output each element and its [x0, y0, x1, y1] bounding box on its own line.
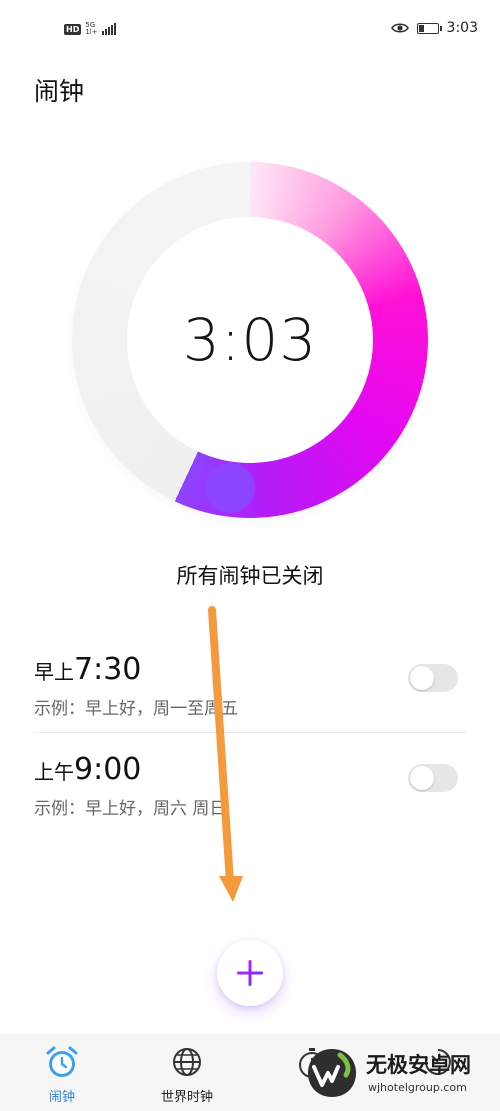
plus-icon — [237, 960, 263, 986]
watermark-text: 无极安卓网 — [366, 1053, 471, 1077]
alarm-toggle[interactable] — [408, 764, 458, 792]
alarm-time-line: 上午 9:00 — [34, 752, 141, 787]
nav-label-world-clock: 世界时钟 — [160, 1090, 213, 1105]
status-time: 3:03 — [446, 20, 478, 36]
clock-time: 3:03 — [182, 306, 318, 374]
alarm-toggle[interactable] — [408, 664, 458, 692]
signal-icon — [101, 23, 116, 35]
alarm-time: 9:00 — [74, 752, 142, 787]
status-bar: HD 5G 1l+ 3:03 — [0, 0, 500, 60]
add-alarm-button[interactable] — [217, 940, 283, 1006]
nav-item-alarm[interactable]: 闹钟 — [12, 1034, 112, 1111]
page-title: 闹钟 — [34, 77, 85, 106]
alarm-description: 示例：早上好，周一至周五 — [34, 699, 238, 719]
alarm-item[interactable]: 上午 9:00 示例：早上好，周六 周日 — [34, 752, 466, 852]
alarm-status-text: 所有闹钟已关闭 — [176, 564, 324, 588]
divider — [34, 732, 466, 733]
alarm-time-line: 早上 7:30 — [34, 652, 141, 687]
watermark-url: wjhotelgroup.com — [368, 1081, 467, 1094]
battery-icon — [416, 22, 442, 34]
progress-ring-cap — [205, 463, 255, 513]
alarm-description: 示例：早上好，周六 周日 — [34, 799, 227, 819]
network-type: 5G 1l+ — [85, 22, 97, 36]
toggle-knob — [410, 666, 434, 690]
eye-icon — [390, 23, 409, 33]
nav-label-alarm: 闹钟 — [48, 1090, 75, 1105]
alarm-clock-icon — [46, 1046, 78, 1077]
status-right: 3:03 — [390, 20, 478, 36]
alarm-period: 早上 — [34, 660, 74, 684]
watermark: 无极安卓网 wjhotelgroup.com — [304, 1043, 494, 1105]
clock-dial: 3:03 — [72, 162, 428, 518]
alarm-time: 7:30 — [74, 652, 142, 687]
alarm-period: 上午 — [34, 760, 74, 784]
hd-badge: HD — [64, 23, 82, 35]
toggle-knob — [410, 766, 434, 790]
alarm-item[interactable]: 早上 7:30 示例：早上好，周一至周五 — [34, 652, 466, 752]
nav-item-world-clock[interactable]: 世界时钟 — [137, 1034, 237, 1111]
globe-icon — [173, 1048, 201, 1076]
watermark-logo-icon — [308, 1049, 356, 1097]
network-sub-label: 1l+ — [85, 28, 98, 36]
status-left: HD 5G 1l+ — [64, 22, 116, 36]
clock-face: 3:03 — [127, 217, 373, 463]
